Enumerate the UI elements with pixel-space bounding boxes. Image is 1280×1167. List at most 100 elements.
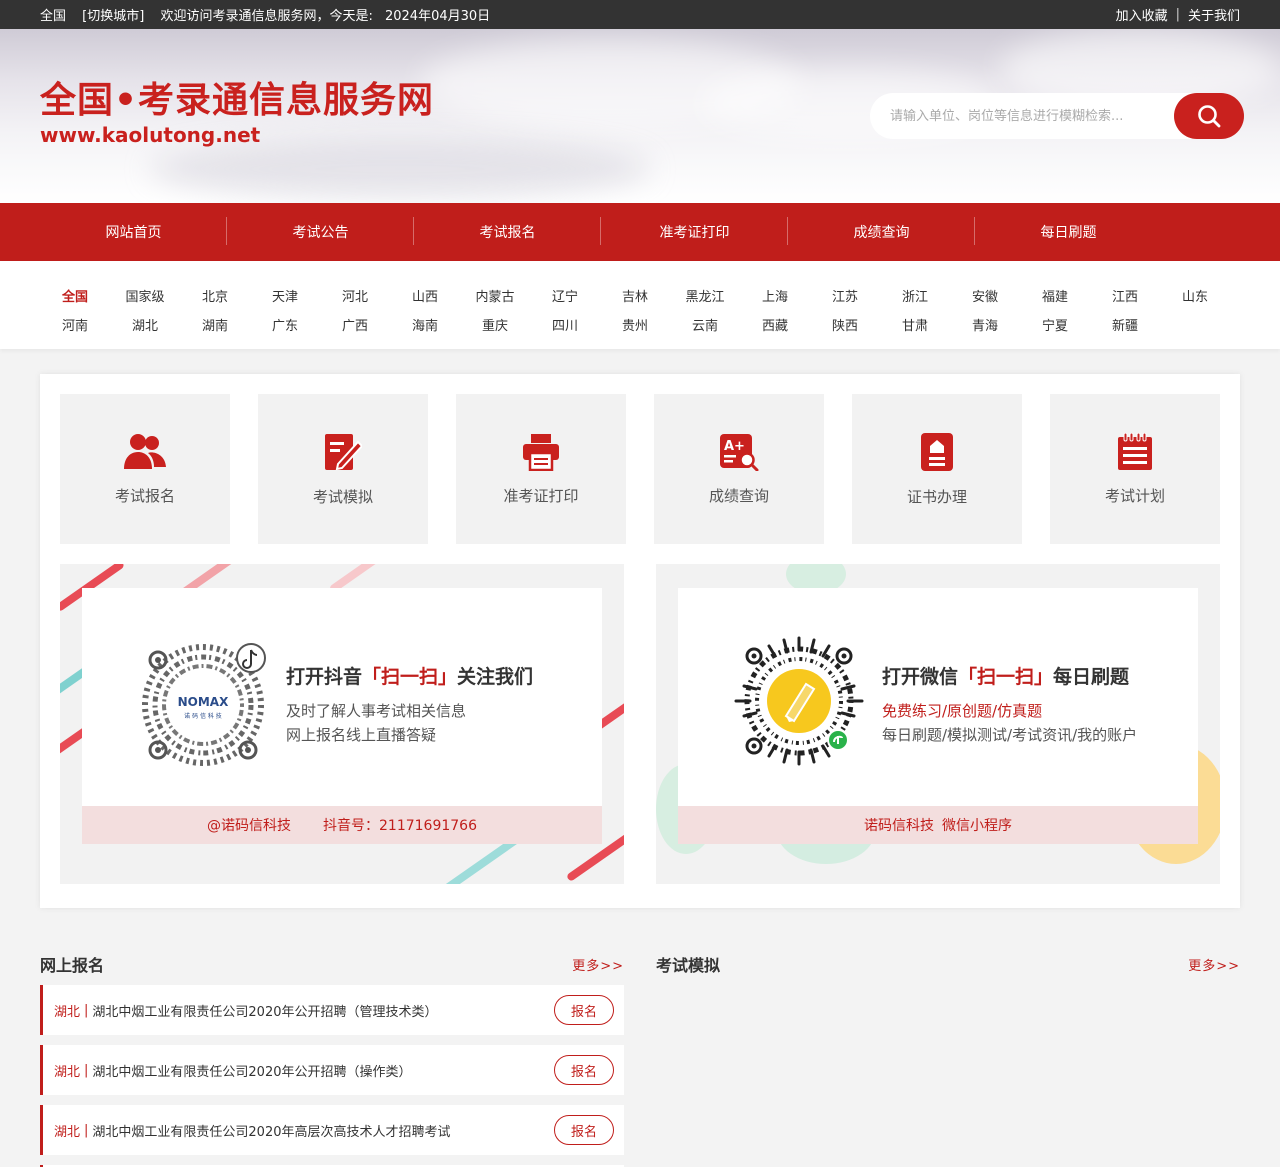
signup-button[interactable]: 报名	[554, 1055, 614, 1085]
item-title[interactable]: 湖北中烟工业有限责任公司2020年公开招聘（操作类）	[92, 1061, 411, 1080]
online-signup-column: 网上报名 更多>> 湖北 | 湖北中烟工业有限责任公司2020年公开招聘（管理技…	[40, 933, 624, 1167]
nav-announcements[interactable]: 考试公告	[227, 217, 414, 245]
online-signup-title: 网上报名	[40, 956, 105, 975]
service-tile-admission-print[interactable]: 准考证打印	[456, 394, 626, 544]
list-item[interactable]: 湖北 | 湖北中烟工业有限责任公司2020年高层次高技术人才招聘考试 报名	[40, 1105, 624, 1155]
region-link[interactable]: 陕西	[810, 315, 880, 334]
region-link[interactable]: 贵州	[600, 315, 670, 334]
region-link[interactable]: 浙江	[880, 286, 950, 305]
nav-admission-print[interactable]: 准考证打印	[601, 217, 788, 245]
douyin-text: 打开抖音「扫一扫」关注我们 及时了解人事考试相关信息 网上报名线上直播答疑	[286, 662, 533, 747]
wechat-card: 打开微信「扫一扫」每日刷题 免费练习/原创题/仿真题 每日刷题/模拟测试/考试资…	[678, 588, 1198, 844]
douyin-qr-code-icon[interactable]: NOMAX 诺 码 信 科 技	[138, 640, 268, 770]
douyin-card: NOMAX 诺 码 信 科 技 打开抖音「扫一扫」关注我们 及时了解人事考试相关…	[82, 588, 602, 844]
svg-text:A+: A+	[724, 439, 745, 454]
region-link[interactable]: 安徽	[950, 286, 1020, 305]
item-title[interactable]: 湖北中烟工业有限责任公司2020年高层次高技术人才招聘考试	[92, 1121, 450, 1140]
province-tag: 湖北	[54, 1004, 81, 1020]
region-link[interactable]: 湖北	[110, 315, 180, 334]
province-tag: 湖北	[54, 1124, 81, 1140]
users-icon	[124, 433, 166, 469]
region-link[interactable]: 海南	[390, 315, 460, 334]
service-tile-exam-plan[interactable]: 考试计划	[1050, 394, 1220, 544]
signup-button[interactable]: 报名	[554, 1115, 614, 1145]
region-link[interactable]: 西藏	[740, 315, 810, 334]
nav-score-query[interactable]: 成绩查询	[788, 217, 975, 245]
region-link[interactable]: 湖南	[180, 315, 250, 334]
wechat-footer: 诺码信科技 微信小程序	[678, 806, 1198, 844]
divider: |	[84, 1002, 89, 1018]
list-item[interactable]: 湖北 | 湖北中烟工业有限责任公司2020年公开招聘（管理技术类） 报名	[40, 985, 624, 1035]
region-link[interactable]: 重庆	[460, 315, 530, 334]
search-input[interactable]	[870, 93, 1200, 139]
qr-brand: NOMAX	[178, 695, 229, 709]
grade-search-icon: A+	[720, 433, 759, 471]
nav-signup[interactable]: 考试报名	[414, 217, 601, 245]
service-label: 证书办理	[906, 487, 967, 506]
certificate-icon	[921, 432, 953, 471]
region-link[interactable]: 山西	[390, 286, 460, 305]
top-bar-left: 全国 [切换城市] 欢迎访问考录通信息服务网，今天是: 2024年04月30日	[40, 5, 502, 24]
region-link[interactable]: 吉林	[600, 286, 670, 305]
douyin-heading: 打开抖音「扫一扫」关注我们	[286, 666, 534, 688]
search-button[interactable]	[1174, 93, 1244, 139]
service-label: 成绩查询	[708, 486, 769, 505]
top-bar-right: 加入收藏 | 关于我们	[1116, 5, 1240, 24]
region-link[interactable]: 广西	[320, 315, 390, 334]
region-link[interactable]: 河南	[40, 315, 110, 334]
about-us-link[interactable]: 关于我们	[1188, 5, 1240, 24]
nav-daily-practice[interactable]: 每日刷题	[975, 222, 1162, 242]
divider: |	[84, 1122, 89, 1138]
douyin-footer: @诺码信科技 抖音号：21171691766	[82, 806, 602, 844]
wechat-mini-program-code-icon[interactable]	[734, 636, 864, 766]
list-item[interactable]: 湖北 | 湖北中烟工业有限责任公司2020年公开招聘（操作类） 报名	[40, 1045, 624, 1095]
service-tile-mock-exam[interactable]: 考试模拟	[258, 394, 428, 544]
switch-city-link[interactable]: [切换城市]	[82, 9, 144, 24]
region-link[interactable]: 河北	[320, 286, 390, 305]
region-selector: 全国 国家级 北京 天津 河北 山西 内蒙古 辽宁 吉林 黑龙江 上海 江苏 浙江 安徽 福建 江西 山东 河南…	[0, 261, 1280, 349]
region-link[interactable]: 黑龙江	[670, 286, 740, 305]
region-link[interactable]: 新疆	[1090, 315, 1160, 334]
search-box	[870, 93, 1244, 139]
region-link[interactable]: 全国	[40, 286, 110, 305]
region-link[interactable]: 福建	[1020, 286, 1090, 305]
service-panel: 考试报名 考试模拟 准考证打印 A+ 成绩查询 证书办理 考试计划 NOMAX …	[40, 374, 1240, 908]
signup-button[interactable]: 报名	[554, 995, 614, 1025]
service-tile-certificate[interactable]: 证书办理	[852, 394, 1022, 544]
region-link[interactable]: 天津	[250, 286, 320, 305]
main-nav: 网站首页 考试公告 考试报名 准考证打印 成绩查询 每日刷题	[0, 203, 1280, 261]
lists-section: 网上报名 更多>> 湖北 | 湖北中烟工业有限责任公司2020年公开招聘（管理技…	[0, 933, 1280, 1167]
site-url: www.kaolutong.net	[40, 123, 261, 147]
region-link[interactable]: 云南	[670, 315, 740, 334]
region-link[interactable]: 上海	[740, 286, 810, 305]
add-bookmark-link[interactable]: 加入收藏	[1116, 5, 1168, 24]
site-logo[interactable]: 全国•考录通信息服务网 www.kaolutong.net	[40, 79, 434, 147]
cloud-decoration	[150, 139, 650, 199]
region-link[interactable]: 国家级	[110, 286, 180, 305]
nav-home[interactable]: 网站首页	[40, 217, 227, 245]
region-link[interactable]: 广东	[250, 315, 320, 334]
exam-sim-column: 考试模拟 更多>>	[656, 933, 1240, 985]
region-link[interactable]: 江西	[1090, 286, 1160, 305]
region-link[interactable]: 山东	[1160, 286, 1230, 305]
region-link[interactable]: 内蒙古	[460, 286, 530, 305]
service-label: 考试报名	[114, 486, 175, 505]
item-title[interactable]: 湖北中烟工业有限责任公司2020年公开招聘（管理技术类）	[92, 1001, 437, 1020]
service-tile-signup[interactable]: 考试报名	[60, 394, 230, 544]
region-link[interactable]: 四川	[530, 315, 600, 334]
exam-sim-more-link[interactable]: 更多>>	[1188, 955, 1240, 974]
douyin-id: 抖音号：21171691766	[323, 818, 477, 834]
douyin-promo: NOMAX 诺 码 信 科 技 打开抖音「扫一扫」关注我们 及时了解人事考试相关…	[60, 564, 624, 884]
region-link[interactable]: 辽宁	[530, 286, 600, 305]
region-link[interactable]: 甘肃	[880, 315, 950, 334]
province-tag: 湖北	[54, 1064, 81, 1080]
region-link[interactable]: 宁夏	[1020, 315, 1090, 334]
region-link[interactable]: 北京	[180, 286, 250, 305]
region-link[interactable]: 江苏	[810, 286, 880, 305]
service-tile-score-query[interactable]: A+ 成绩查询	[654, 394, 824, 544]
printer-icon	[523, 433, 559, 471]
region-row: 河南 湖北 湖南 广东 广西 海南 重庆 四川 贵州 云南 西藏 陕西 甘肃 青海 宁夏 新疆	[40, 310, 1240, 339]
wechat-text: 打开微信「扫一扫」每日刷题 免费练习/原创题/仿真题 每日刷题/模拟测试/考试资…	[882, 662, 1137, 747]
online-signup-more-link[interactable]: 更多>>	[572, 955, 624, 974]
region-link[interactable]: 青海	[950, 315, 1020, 334]
